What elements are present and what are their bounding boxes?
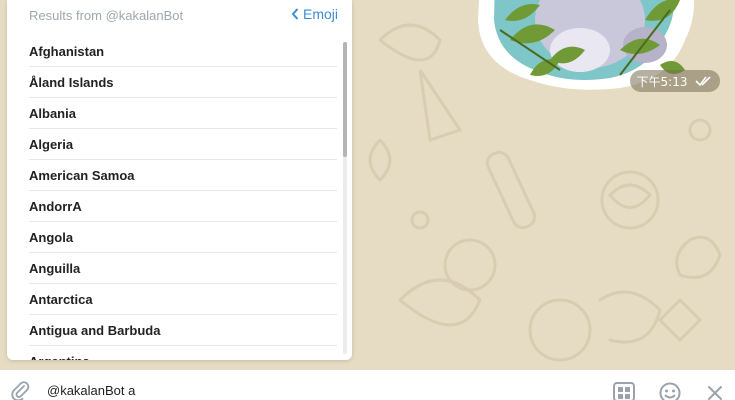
inline-results-list: Afghanistan Åland Islands Albania Algeri… xyxy=(29,36,337,360)
emoji-back-label: Emoji xyxy=(302,6,338,22)
list-item[interactable]: Afghanistan xyxy=(29,36,337,67)
list-item[interactable]: Albania xyxy=(29,98,337,129)
list-item[interactable]: Anguilla xyxy=(29,253,337,284)
list-item[interactable]: AndorrA xyxy=(29,191,337,222)
message-time: 下午5:13 xyxy=(636,74,688,89)
chevron-left-icon xyxy=(291,8,299,20)
emoji-icon[interactable] xyxy=(659,382,681,400)
inline-results-header: Results from @kakalanBot Emoji xyxy=(7,0,352,32)
list-item[interactable]: Argentina xyxy=(29,346,337,361)
emoji-back-button[interactable]: Emoji xyxy=(291,6,338,22)
results-scrollbar[interactable] xyxy=(343,42,347,354)
inline-results-panel: Results from @kakalanBot Emoji Afghanist… xyxy=(7,0,352,360)
list-item[interactable]: Angola xyxy=(29,222,337,253)
paperclip-icon[interactable] xyxy=(10,380,30,400)
double-check-icon xyxy=(695,76,712,87)
scrollbar-thumb[interactable] xyxy=(343,42,347,157)
bot-keyboard-icon[interactable] xyxy=(613,382,635,400)
message-meta: 下午5:13 xyxy=(630,70,720,92)
list-item[interactable]: American Samoa xyxy=(29,160,337,191)
message-input[interactable]: @kakalanBot a xyxy=(47,383,135,398)
list-item[interactable]: Antigua and Barbuda xyxy=(29,315,337,346)
inline-results-title: Results from @kakalanBot xyxy=(29,8,184,23)
message-composer: @kakalanBot a xyxy=(0,370,735,400)
list-item[interactable]: Åland Islands xyxy=(29,67,337,98)
close-icon[interactable] xyxy=(707,385,723,400)
list-item[interactable]: Antarctica xyxy=(29,284,337,315)
list-item[interactable]: Algeria xyxy=(29,129,337,160)
